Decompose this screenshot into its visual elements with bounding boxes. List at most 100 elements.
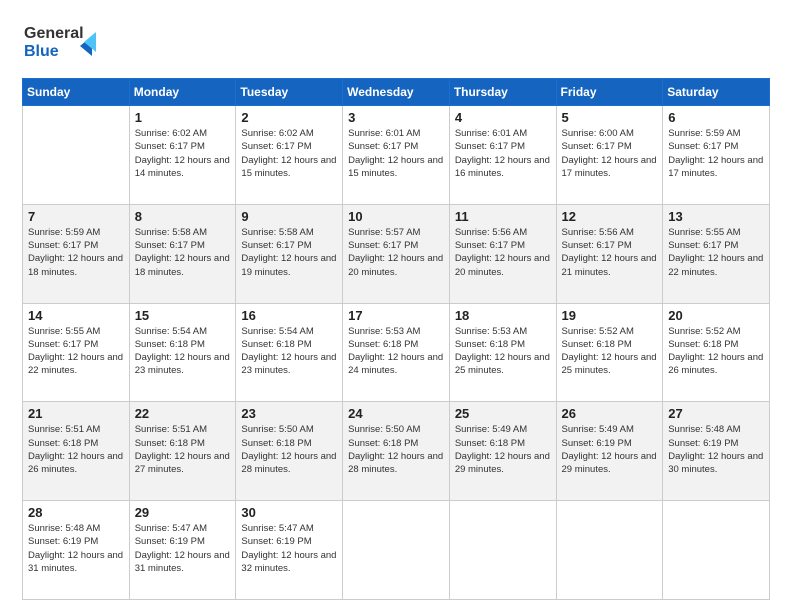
day-number: 25 (455, 406, 551, 421)
calendar-cell: 5 Sunrise: 6:00 AMSunset: 6:17 PMDaylight… (556, 106, 663, 205)
calendar-cell: 16 Sunrise: 5:54 AMSunset: 6:18 PMDayligh… (236, 303, 343, 402)
calendar-cell: 13 Sunrise: 5:55 AMSunset: 6:17 PMDayligh… (663, 204, 770, 303)
logo: General Blue (22, 18, 112, 68)
calendar-cell: 27Sunrise: 5:48 AMSunset: 6:19 PMDayligh… (663, 402, 770, 501)
day-number: 15 (135, 308, 231, 323)
day-info: Sunrise: 5:58 AMSunset: 6:17 PMDaylight:… (241, 226, 337, 279)
day-info: Sunrise: 5:55 AMSunset: 6:17 PMDaylight:… (668, 226, 764, 279)
calendar-cell: 26 Sunrise: 5:49 AMSunset: 6:19 PMDayligh… (556, 402, 663, 501)
calendar-cell: 25 Sunrise: 5:49 AMSunset: 6:18 PMDayligh… (449, 402, 556, 501)
calendar-cell: 18 Sunrise: 5:53 AMSunset: 6:18 PMDayligh… (449, 303, 556, 402)
day-number: 12 (562, 209, 658, 224)
day-info: Sunrise: 5:52 AMSunset: 6:18 PMDaylight:… (562, 325, 658, 378)
calendar-cell: 21 Sunrise: 5:51 AMSunset: 6:18 PMDayligh… (23, 402, 130, 501)
day-number: 1 (135, 110, 231, 125)
calendar-cell: 4 Sunrise: 6:01 AMSunset: 6:17 PMDaylight… (449, 106, 556, 205)
calendar-day-header: Saturday (663, 79, 770, 106)
calendar-cell: 10Sunrise: 5:57 AMSunset: 6:17 PMDayligh… (343, 204, 450, 303)
calendar-cell: 12 Sunrise: 5:56 AMSunset: 6:17 PMDayligh… (556, 204, 663, 303)
calendar-cell: 3 Sunrise: 6:01 AMSunset: 6:17 PMDaylight… (343, 106, 450, 205)
calendar-cell: 23Sunrise: 5:50 AMSunset: 6:18 PMDayligh… (236, 402, 343, 501)
day-number: 6 (668, 110, 764, 125)
day-number: 9 (241, 209, 337, 224)
day-info: Sunrise: 5:55 AMSunset: 6:17 PMDaylight:… (28, 325, 124, 378)
calendar-week-row: 7 Sunrise: 5:59 AMSunset: 6:17 PMDaylight… (23, 204, 770, 303)
day-info: Sunrise: 5:50 AMSunset: 6:18 PMDaylight:… (348, 423, 444, 476)
day-info: Sunrise: 5:58 AMSunset: 6:17 PMDaylight:… (135, 226, 231, 279)
day-number: 7 (28, 209, 124, 224)
day-info: Sunrise: 5:48 AMSunset: 6:19 PMDaylight:… (28, 522, 124, 575)
calendar-cell: 28 Sunrise: 5:48 AMSunset: 6:19 PMDayligh… (23, 501, 130, 600)
calendar-week-row: 28 Sunrise: 5:48 AMSunset: 6:19 PMDayligh… (23, 501, 770, 600)
calendar-cell: 1 Sunrise: 6:02 AMSunset: 6:17 PMDaylight… (129, 106, 236, 205)
day-info: Sunrise: 5:48 AMSunset: 6:19 PMDaylight:… (668, 423, 764, 476)
calendar-cell: 8 Sunrise: 5:58 AMSunset: 6:17 PMDaylight… (129, 204, 236, 303)
day-number: 8 (135, 209, 231, 224)
calendar-table: SundayMondayTuesdayWednesdayThursdayFrid… (22, 78, 770, 600)
calendar-week-row: 21 Sunrise: 5:51 AMSunset: 6:18 PMDayligh… (23, 402, 770, 501)
day-info: Sunrise: 6:01 AMSunset: 6:17 PMDaylight:… (348, 127, 444, 180)
day-number: 30 (241, 505, 337, 520)
day-info: Sunrise: 5:56 AMSunset: 6:17 PMDaylight:… (455, 226, 551, 279)
day-info: Sunrise: 5:59 AMSunset: 6:17 PMDaylight:… (28, 226, 124, 279)
calendar-cell: 6 Sunrise: 5:59 AMSunset: 6:17 PMDaylight… (663, 106, 770, 205)
calendar-day-header: Wednesday (343, 79, 450, 106)
day-info: Sunrise: 6:02 AMSunset: 6:17 PMDaylight:… (135, 127, 231, 180)
svg-text:Blue: Blue (24, 43, 59, 60)
day-number: 21 (28, 406, 124, 421)
calendar-cell: 29Sunrise: 5:47 AMSunset: 6:19 PMDayligh… (129, 501, 236, 600)
day-info: Sunrise: 6:00 AMSunset: 6:17 PMDaylight:… (562, 127, 658, 180)
calendar-cell: 2Sunrise: 6:02 AMSunset: 6:17 PMDaylight… (236, 106, 343, 205)
calendar-cell: 19Sunrise: 5:52 AMSunset: 6:18 PMDayligh… (556, 303, 663, 402)
day-number: 4 (455, 110, 551, 125)
calendar-cell (449, 501, 556, 600)
day-info: Sunrise: 5:53 AMSunset: 6:18 PMDaylight:… (348, 325, 444, 378)
day-info: Sunrise: 5:56 AMSunset: 6:17 PMDaylight:… (562, 226, 658, 279)
calendar-day-header: Monday (129, 79, 236, 106)
day-info: Sunrise: 5:53 AMSunset: 6:18 PMDaylight:… (455, 325, 551, 378)
day-number: 23 (241, 406, 337, 421)
day-number: 28 (28, 505, 124, 520)
calendar-cell (23, 106, 130, 205)
calendar-cell: 11 Sunrise: 5:56 AMSunset: 6:17 PMDayligh… (449, 204, 556, 303)
day-number: 20 (668, 308, 764, 323)
day-number: 10 (348, 209, 444, 224)
calendar-week-row: 14 Sunrise: 5:55 AMSunset: 6:17 PMDayligh… (23, 303, 770, 402)
day-info: Sunrise: 5:59 AMSunset: 6:17 PMDaylight:… (668, 127, 764, 180)
day-number: 14 (28, 308, 124, 323)
calendar-day-header: Thursday (449, 79, 556, 106)
calendar-header-row: SundayMondayTuesdayWednesdayThursdayFrid… (23, 79, 770, 106)
day-number: 3 (348, 110, 444, 125)
calendar-cell (663, 501, 770, 600)
day-info: Sunrise: 5:49 AMSunset: 6:19 PMDaylight:… (562, 423, 658, 476)
calendar-cell (556, 501, 663, 600)
calendar-cell (343, 501, 450, 600)
day-number: 17 (348, 308, 444, 323)
page: General Blue SundayMondayTuesdayWednesda… (0, 0, 792, 612)
calendar-cell: 17 Sunrise: 5:53 AMSunset: 6:18 PMDayligh… (343, 303, 450, 402)
day-number: 24 (348, 406, 444, 421)
header: General Blue (22, 18, 770, 68)
day-number: 29 (135, 505, 231, 520)
calendar-cell: 9 Sunrise: 5:58 AMSunset: 6:17 PMDaylight… (236, 204, 343, 303)
day-number: 11 (455, 209, 551, 224)
day-info: Sunrise: 5:51 AMSunset: 6:18 PMDaylight:… (28, 423, 124, 476)
day-number: 18 (455, 308, 551, 323)
calendar-cell: 14 Sunrise: 5:55 AMSunset: 6:17 PMDayligh… (23, 303, 130, 402)
day-info: Sunrise: 5:54 AMSunset: 6:18 PMDaylight:… (241, 325, 337, 378)
day-info: Sunrise: 5:54 AMSunset: 6:18 PMDaylight:… (135, 325, 231, 378)
day-info: Sunrise: 5:49 AMSunset: 6:18 PMDaylight:… (455, 423, 551, 476)
day-number: 5 (562, 110, 658, 125)
day-info: Sunrise: 6:02 AMSunset: 6:17 PMDaylight:… (241, 127, 337, 180)
day-number: 13 (668, 209, 764, 224)
calendar-cell: 30 Sunrise: 5:47 AMSunset: 6:19 PMDayligh… (236, 501, 343, 600)
day-info: Sunrise: 5:51 AMSunset: 6:18 PMDaylight:… (135, 423, 231, 476)
day-info: Sunrise: 6:01 AMSunset: 6:17 PMDaylight:… (455, 127, 551, 180)
day-number: 26 (562, 406, 658, 421)
day-info: Sunrise: 5:47 AMSunset: 6:19 PMDaylight:… (241, 522, 337, 575)
day-number: 22 (135, 406, 231, 421)
day-number: 16 (241, 308, 337, 323)
calendar-cell: 15 Sunrise: 5:54 AMSunset: 6:18 PMDayligh… (129, 303, 236, 402)
calendar-cell: 22 Sunrise: 5:51 AMSunset: 6:18 PMDayligh… (129, 402, 236, 501)
calendar-week-row: 1 Sunrise: 6:02 AMSunset: 6:17 PMDaylight… (23, 106, 770, 205)
